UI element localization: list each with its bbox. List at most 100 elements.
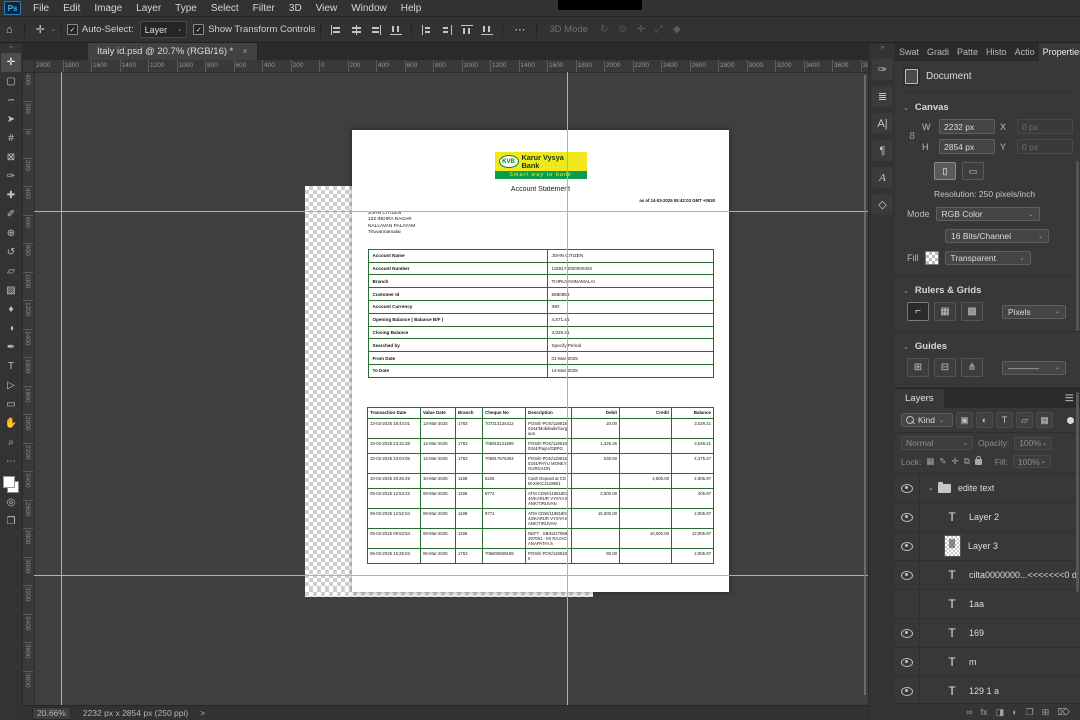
layers-action-icon[interactable]: ∞	[966, 707, 972, 717]
lock-option-icon[interactable]: ▦	[926, 456, 934, 467]
menu-item[interactable]: Layer	[129, 3, 168, 14]
tool-button[interactable]: ↺	[1, 243, 21, 262]
more-options-icon[interactable]: ⋯	[508, 23, 531, 36]
panel-tab[interactable]: Properties	[1038, 42, 1080, 61]
layer-name[interactable]: m	[969, 657, 977, 667]
visibility-toggle[interactable]	[895, 503, 920, 531]
canvas-scrollbar[interactable]	[864, 75, 866, 695]
3d-mode-icon[interactable]: ⤢	[650, 24, 668, 35]
layers-action-icon[interactable]: ⊞	[1042, 707, 1050, 718]
layer-row[interactable]: ⌄ T 129 1 a	[895, 677, 1080, 706]
tool-button[interactable]: ✛	[1, 53, 21, 72]
screen-mode-button[interactable]: ❐	[1, 512, 21, 531]
guides-button[interactable]: ⊟	[934, 358, 956, 377]
layer-row[interactable]: ⌄ T 169	[895, 619, 1080, 648]
3d-mode-icon[interactable]: ↻	[595, 24, 613, 35]
guide-horizontal[interactable]	[34, 211, 868, 212]
tool-button[interactable]: #	[1, 129, 21, 148]
expand-group-icon[interactable]: ⌄	[928, 484, 934, 492]
dock-panel-icon[interactable]: ◇	[872, 194, 893, 215]
panel-tab[interactable]: Patte	[953, 42, 982, 61]
rulers-grids-section-header[interactable]: ⌄ Rulers & Grids	[903, 285, 1072, 296]
move-tool-icon[interactable]: ✛	[30, 23, 51, 36]
tool-button[interactable]: ∽	[1, 91, 21, 110]
dock-panel-icon[interactable]: A	[872, 167, 893, 188]
close-icon[interactable]: ×	[242, 46, 247, 56]
menu-item[interactable]: Image	[87, 3, 129, 14]
tool-button[interactable]: ⌕	[1, 433, 21, 452]
color-swatches[interactable]	[3, 476, 19, 493]
tool-button[interactable]: ◑	[1, 319, 21, 338]
layer-row[interactable]: ⌄ T edite text	[895, 474, 1080, 503]
dock-panel-icon[interactable]: A|	[872, 113, 893, 134]
tool-button[interactable]: ▢	[1, 72, 21, 91]
collapse-toolbar-icon[interactable]: »	[9, 43, 13, 53]
show-transform-checkbox[interactable]: ✓	[193, 24, 205, 35]
auto-select-dropdown[interactable]: Layer ⌄	[139, 21, 188, 38]
blend-mode-dropdown[interactable]: Normal ⌄	[901, 436, 973, 450]
tool-button[interactable]: ✋	[1, 414, 21, 433]
lock-option-icon[interactable]: ✛	[951, 456, 958, 467]
bit-depth-dropdown[interactable]: 16 Bits/Channel ⌄	[945, 229, 1049, 243]
menu-item[interactable]: Window	[344, 3, 394, 14]
layers-action-icon[interactable]: ❐	[1026, 707, 1034, 718]
layers-action-icon[interactable]: fx	[981, 707, 988, 717]
layers-action-icon[interactable]: ⌦	[1057, 707, 1070, 718]
fill-swatch[interactable]	[924, 251, 939, 265]
zoom-level-field[interactable]: 20.66%	[32, 706, 71, 720]
color-mode-dropdown[interactable]: RGB Color ⌄	[935, 207, 1040, 221]
lock-option-icon[interactable]: ✎	[939, 456, 946, 467]
layer-name[interactable]: 169	[969, 628, 984, 638]
layer-name[interactable]: Layer 2	[969, 512, 999, 522]
visibility-toggle[interactable]	[895, 532, 920, 560]
layer-filter-icon[interactable]: ▣	[956, 412, 973, 428]
menu-item[interactable]: Edit	[56, 3, 87, 14]
rulers-grid-button[interactable]: ▩	[961, 302, 983, 321]
layer-name[interactable]: cilta0000000...<<<<<<<0 d	[969, 570, 1077, 580]
tool-button[interactable]: ✚	[1, 186, 21, 205]
guide-style-dropdown[interactable]: ———— ⌄	[1002, 360, 1066, 375]
tool-button[interactable]: ♦	[1, 300, 21, 319]
3d-mode-icon[interactable]: ⊙	[613, 24, 631, 35]
menu-item[interactable]: Type	[168, 3, 204, 14]
layer-name[interactable]: edite text	[958, 483, 995, 493]
layer-filter-icon[interactable]: ◐	[976, 412, 993, 428]
layer-row[interactable]: ⌄ T 1aa	[895, 590, 1080, 619]
align-left-icon[interactable]	[330, 24, 342, 35]
guide-horizontal[interactable]	[34, 575, 868, 576]
tool-button[interactable]: ⋯	[1, 452, 21, 471]
menu-item[interactable]: Help	[394, 3, 429, 14]
layer-filter-dropdown[interactable]: Kind ⌄	[901, 413, 953, 427]
fill-dropdown[interactable]: Transparent ⌄	[944, 251, 1031, 265]
canvas-section-header[interactable]: ⌄ Canvas	[903, 102, 1072, 113]
layer-row[interactable]: ⌄ T Layer 3	[895, 532, 1080, 561]
guide-vertical[interactable]	[567, 72, 568, 705]
properties-scrollbar[interactable]	[1076, 161, 1079, 331]
3d-mode-icon[interactable]: ✛	[632, 24, 650, 35]
lock-option-icon[interactable]	[974, 456, 982, 467]
document-tab[interactable]: Italy id.psd @ 20.7% (RGB/16) * ×	[88, 42, 258, 60]
dock-panel-icon[interactable]: ¶	[872, 140, 893, 161]
quick-mask-button[interactable]: ◎	[1, 493, 21, 512]
panel-tab[interactable]: Gradi	[923, 42, 953, 61]
tool-button[interactable]: ▱	[1, 262, 21, 281]
tool-button[interactable]: T	[1, 357, 21, 376]
3d-mode-icon[interactable]: ◆	[668, 24, 686, 35]
layers-scrollbar[interactable]	[1076, 392, 1079, 592]
link-dimensions-icon[interactable]: 8	[907, 131, 917, 142]
dock-panel-icon[interactable]: ≣	[872, 86, 893, 107]
ruler-units-dropdown[interactable]: Pixels ⌄	[1002, 304, 1066, 319]
guides-section-header[interactable]: ⌄ Guides	[903, 341, 1072, 352]
portrait-orientation-button[interactable]: ▯	[934, 162, 956, 180]
tool-button[interactable]: ⊠	[1, 148, 21, 167]
filter-toggle-icon[interactable]	[1067, 416, 1074, 424]
collapse-dock-icon[interactable]: »	[881, 43, 885, 53]
document-page[interactable]: KVB Karur Vysya Bank Smart way to bank A…	[352, 130, 729, 592]
distribute-top-icon[interactable]	[461, 24, 474, 35]
tool-button[interactable]: ➤	[1, 110, 21, 129]
guide-vertical[interactable]	[61, 72, 62, 705]
layer-name[interactable]: 129 1 a	[969, 686, 999, 696]
tool-button[interactable]: ✑	[1, 167, 21, 186]
distribute-left-icon[interactable]	[421, 24, 433, 35]
tool-button[interactable]: ▷	[1, 376, 21, 395]
